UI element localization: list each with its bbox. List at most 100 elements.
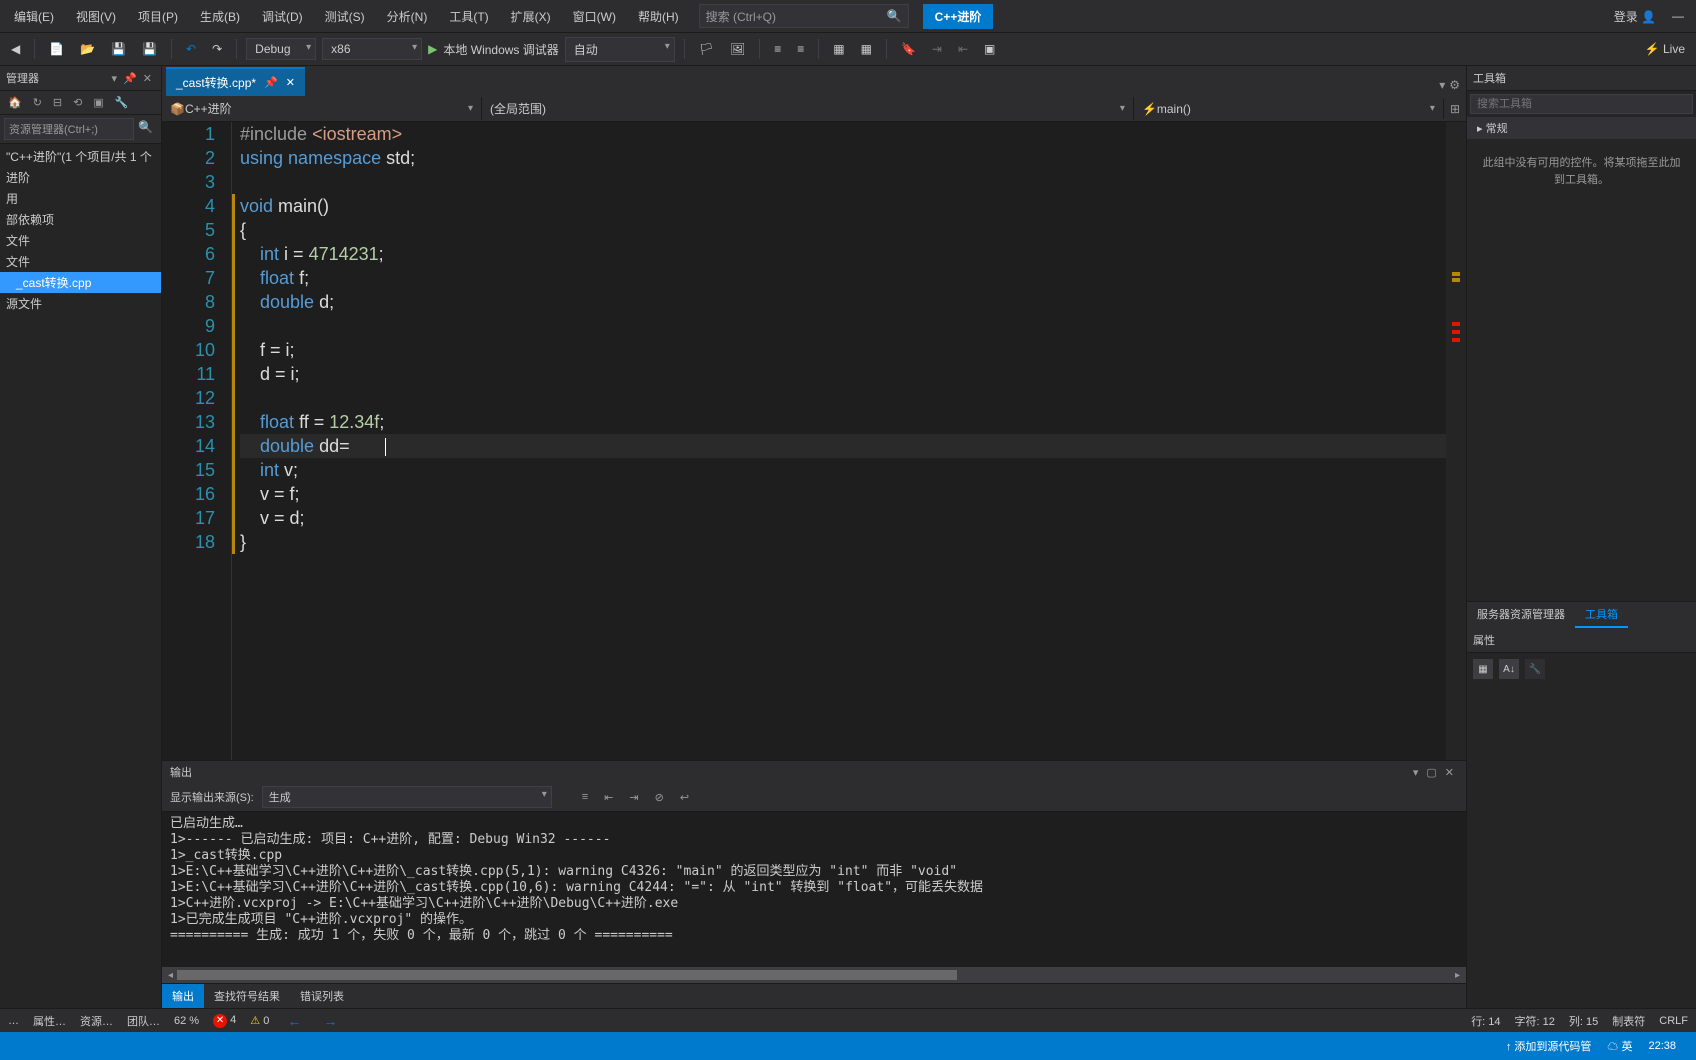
prop-alpha-icon[interactable]: A↓ [1499,659,1519,679]
tool-icon-1[interactable]: 🏳 [694,39,719,59]
login-button[interactable]: 登录 👤 [1608,4,1662,29]
pin-icon[interactable]: 📌 [120,72,140,85]
maximize-icon[interactable]: ▢ [1422,766,1440,779]
prop-category-icon[interactable]: ▦ [1473,659,1493,679]
scroll-thumb[interactable] [177,970,957,980]
search-icon[interactable]: 🔍 [134,118,157,140]
error-count[interactable]: ✕ 4 [213,1014,236,1028]
overview-ruler[interactable] [1446,122,1466,760]
nav-project-combo[interactable]: 📦 C++进阶 [162,97,482,120]
output-source-combo[interactable]: 生成 [262,786,552,808]
close-icon[interactable]: ✕ [140,72,155,85]
open-icon[interactable]: 📂 [75,39,100,59]
pin-icon[interactable]: 📌 [264,76,278,89]
menu-view[interactable]: 视图(V) [66,4,126,29]
tree-item[interactable]: 源文件 [0,293,161,314]
solution-search[interactable]: 资源管理器(Ctrl+;) [4,118,134,140]
tree-item[interactable]: 进阶 [0,167,161,188]
save-all-icon[interactable]: 💾 [137,39,162,59]
refresh-icon[interactable]: ↻ [29,94,46,111]
status-tab[interactable]: 属性… [33,1013,66,1029]
eol-mode[interactable]: CRLF [1659,1015,1688,1027]
close-icon[interactable]: ✕ [1441,766,1458,779]
tree-item-active[interactable]: _cast转换.cpp [0,272,161,293]
clear-icon[interactable]: ⊘ [651,789,668,806]
menu-edit[interactable]: 编辑(E) [4,4,64,29]
properties-icon[interactable]: 🔧 [111,94,133,111]
tree-item[interactable]: 部依赖项 [0,209,161,230]
live-share-icon[interactable]: ⚡ Live [1640,39,1690,59]
undo-icon[interactable]: ↶ [181,39,201,59]
output-hscroll[interactable]: ◂ ▸ [162,967,1466,983]
prev-icon[interactable]: ⇤ [600,789,617,806]
toolbox-search[interactable] [1470,94,1693,114]
tree-solution[interactable]: "C++进阶"(1 个项目/共 1 个 [0,146,161,167]
menu-build[interactable]: 生成(B) [190,4,250,29]
menu-window[interactable]: 窗口(W) [563,4,626,29]
bookmark-icon[interactable]: 🔖 [896,39,921,59]
tab-toolbox[interactable]: 工具箱 [1575,602,1628,628]
box-icon[interactable]: ▣ [979,39,1000,59]
menu-test[interactable]: 测试(S) [315,4,375,29]
indent-icon[interactable]: ≡ [769,39,786,59]
collapse-icon[interactable]: ⊟ [49,94,66,111]
menu-extensions[interactable]: 扩展(X) [501,4,561,29]
status-tab[interactable]: 团队… [127,1013,160,1029]
output-body[interactable]: 已启动生成… 1>------ 已启动生成: 项目: C++进阶, 配置: De… [162,812,1466,967]
tab-mode[interactable]: 制表符 [1612,1013,1645,1029]
status-tab[interactable]: 资源… [80,1013,113,1029]
tab-findsymbols[interactable]: 查找符号结果 [204,984,290,1008]
next-icon[interactable]: ⇥ [625,789,642,806]
status-tab[interactable]: … [8,1015,19,1027]
outdent-icon[interactable]: ≡ [792,39,809,59]
close-icon[interactable]: ✕ [286,76,295,89]
tree-item[interactable]: 用 [0,188,161,209]
ime-indicator[interactable]: ☁ 英 [1599,1038,1640,1054]
goto-icon[interactable]: ≡ [578,789,592,805]
chevron-down-icon[interactable]: ▾ [109,72,121,85]
comment-icon[interactable]: ▦ [828,39,849,59]
uncomment-icon[interactable]: ▦ [856,39,877,59]
tree-item[interactable]: 文件 [0,230,161,251]
debugger-button[interactable]: 本地 Windows 调试器 [443,41,558,58]
step-icon-2[interactable]: ⇤ [953,39,973,59]
nav-func-combo[interactable]: ⚡ main() [1134,99,1444,119]
scroll-left-icon[interactable]: ◂ [164,970,177,981]
minimize-icon[interactable]: — [1672,9,1684,23]
gear-icon[interactable]: ⚙ [1449,78,1460,92]
chevron-down-icon[interactable]: ▾ [1439,78,1445,92]
split-icon[interactable]: ⊞ [1444,99,1466,119]
add-source-control[interactable]: ↑ 添加到源代码管 [1498,1038,1600,1054]
menu-tools[interactable]: 工具(T) [439,4,498,29]
project-badge[interactable]: C++进阶 [923,4,994,29]
prop-wrench-icon[interactable]: 🔧 [1525,659,1545,679]
menu-debug[interactable]: 调试(D) [252,4,313,29]
chevron-down-icon[interactable]: ▾ [1409,766,1423,779]
home-icon[interactable]: 🏠 [4,94,26,111]
sync-icon[interactable]: ⟲ [69,94,86,111]
global-search[interactable]: 搜索 (Ctrl+Q) 🔍 [699,4,909,28]
nav-scope-combo[interactable]: (全局范围) [482,97,1134,120]
play-icon[interactable]: ▶ [428,42,437,56]
warning-count[interactable]: ⚠ 0 [250,1014,269,1027]
tab-server-explorer[interactable]: 服务器资源管理器 [1467,602,1575,628]
tool-icon-2[interactable]: 🖼 [725,39,750,59]
zoom-level[interactable]: 62 % [174,1015,199,1027]
scroll-right-icon[interactable]: ▸ [1451,970,1464,981]
wrap-icon[interactable]: ↩ [676,789,693,806]
platform-combo[interactable]: x86 [322,38,422,60]
menu-analyze[interactable]: 分析(N) [377,4,438,29]
new-file-icon[interactable]: 📄 [44,39,69,59]
toolbox-group-general[interactable]: ▸ 常规 [1467,117,1696,139]
menu-help[interactable]: 帮助(H) [628,4,689,29]
nav-back-icon[interactable]: ◀ [6,39,25,59]
tab-output[interactable]: 输出 [162,984,204,1008]
nav-prev-icon[interactable]: ← [283,1013,305,1029]
redo-icon[interactable]: ↷ [207,39,227,59]
nav-next-icon[interactable]: → [319,1013,341,1029]
tree-item[interactable]: 文件 [0,251,161,272]
save-icon[interactable]: 💾 [106,39,131,59]
editor-tab-active[interactable]: _cast转换.cpp* 📌 ✕ [166,67,305,96]
tab-errorlist[interactable]: 错误列表 [290,984,354,1008]
auto-combo[interactable]: 自动 [565,37,675,62]
